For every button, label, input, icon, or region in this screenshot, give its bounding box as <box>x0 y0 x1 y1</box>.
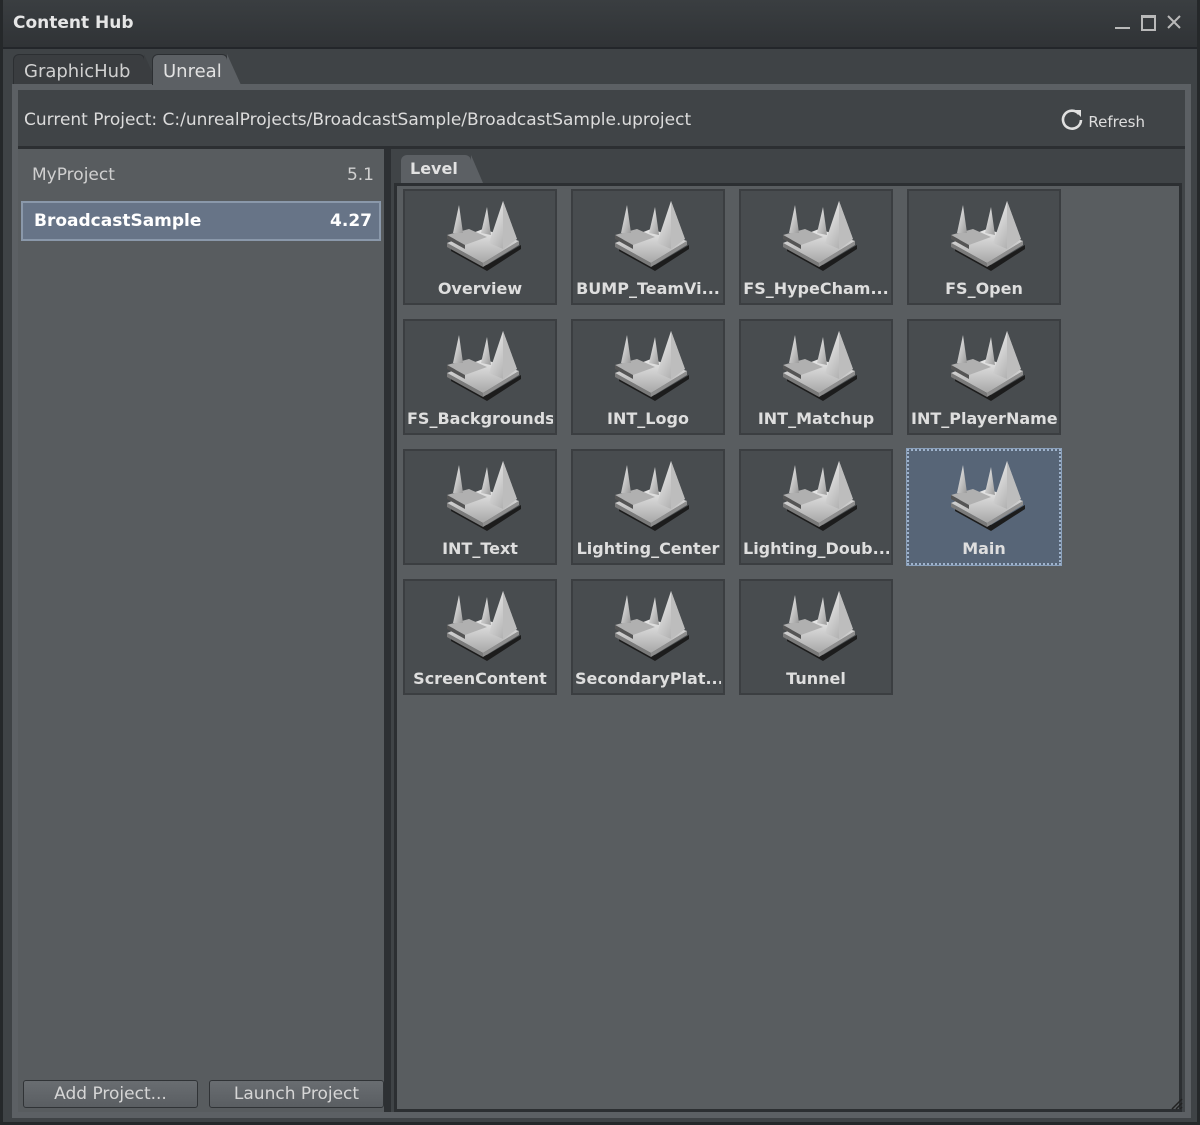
level-tile[interactable]: Overview <box>403 189 557 305</box>
unreal-level-icon <box>943 329 1027 405</box>
level-tile[interactable]: SecondaryPlat... <box>571 579 725 695</box>
level-name: FS_Open <box>945 279 1023 298</box>
unreal-level-icon <box>775 199 859 275</box>
unreal-level-icon <box>439 199 523 275</box>
resize-grip-icon[interactable] <box>1169 1096 1183 1110</box>
window-title: Content Hub <box>13 13 134 33</box>
project-item[interactable]: MyProject 5.1 <box>21 155 381 195</box>
level-tile[interactable]: FS_HypeCham... <box>739 189 893 305</box>
level-tile[interactable]: FS_Backgrounds <box>403 319 557 435</box>
unreal-level-icon <box>943 459 1027 535</box>
minimize-icon[interactable] <box>1113 13 1131 31</box>
current-project-label: Current Project: C:/unrealProjects/Broad… <box>24 110 692 130</box>
unreal-level-icon <box>439 329 523 405</box>
project-name: MyProject <box>32 165 115 185</box>
project-list: MyProject 5.1 BroadcastSample 4.27 Add P… <box>18 149 384 1112</box>
level-browser: Level Overview BUMP_TeamVi... FS_HypeCha… <box>391 149 1185 1112</box>
close-icon[interactable] <box>1165 13 1183 31</box>
level-name: Tunnel <box>786 669 846 688</box>
current-project-bar: Current Project: C:/unrealProjects/Broad… <box>18 90 1185 149</box>
unreal-level-icon <box>607 589 691 665</box>
level-tile[interactable]: INT_Text <box>403 449 557 565</box>
level-tile[interactable]: INT_Logo <box>571 319 725 435</box>
level-tile[interactable]: FS_Open <box>907 189 1061 305</box>
level-tile[interactable]: Lighting_Doub... <box>739 449 893 565</box>
level-tile[interactable]: INT_PlayerName <box>907 319 1061 435</box>
unreal-level-icon <box>607 199 691 275</box>
unreal-level-icon <box>607 459 691 535</box>
level-name: INT_Matchup <box>757 409 875 428</box>
level-name: SecondaryPlat... <box>575 669 721 688</box>
maximize-icon[interactable] <box>1139 13 1157 31</box>
refresh-icon <box>1059 107 1085 137</box>
level-tile[interactable]: Tunnel <box>739 579 893 695</box>
level-name: INT_Text <box>442 539 518 558</box>
level-tile[interactable]: Lighting_Center <box>571 449 725 565</box>
level-name: FS_HypeCham... <box>743 279 889 298</box>
level-name: FS_Backgrounds <box>407 409 553 428</box>
unreal-level-icon <box>943 199 1027 275</box>
project-name: BroadcastSample <box>34 211 202 231</box>
level-tile[interactable]: INT_Matchup <box>739 319 893 435</box>
tab-unreal[interactable]: Unreal <box>152 54 241 85</box>
refresh-button[interactable]: Refresh <box>1059 107 1145 137</box>
project-version: 5.1 <box>346 165 374 185</box>
level-name: Overview <box>437 279 523 298</box>
level-name: BUMP_TeamVi... <box>576 279 720 298</box>
unreal-level-icon <box>439 589 523 665</box>
project-item-selected[interactable]: BroadcastSample 4.27 <box>21 201 381 241</box>
level-name: Main <box>962 539 1006 558</box>
unreal-level-icon <box>775 589 859 665</box>
unreal-level-icon <box>775 459 859 535</box>
unreal-level-icon <box>607 329 691 405</box>
pane-splitter[interactable] <box>384 149 391 1112</box>
content-hub-window: Content Hub GraphicHub Unreal Current Pr… <box>0 0 1200 1125</box>
level-name: ScreenContent <box>413 669 547 688</box>
refresh-label: Refresh <box>1088 113 1145 131</box>
tab-level[interactable]: Level <box>401 155 483 183</box>
level-grid: Overview BUMP_TeamVi... FS_HypeCham... F… <box>394 183 1182 1112</box>
launch-project-button[interactable]: Launch Project <box>209 1080 384 1108</box>
level-tile-selected[interactable]: Main <box>906 448 1062 566</box>
unreal-panel: Current Project: C:/unrealProjects/Broad… <box>12 84 1191 1118</box>
level-name: INT_PlayerName <box>911 409 1057 428</box>
level-name: INT_Logo <box>607 409 689 428</box>
level-tile[interactable]: ScreenContent <box>403 579 557 695</box>
level-name: Lighting_Center <box>576 539 720 558</box>
level-tile[interactable]: BUMP_TeamVi... <box>571 189 725 305</box>
tab-graphichub[interactable]: GraphicHub <box>13 54 158 85</box>
unreal-level-icon <box>775 329 859 405</box>
title-bar[interactable]: Content Hub <box>3 0 1197 49</box>
tab-bar: GraphicHub Unreal <box>3 49 1197 85</box>
add-project-button[interactable]: Add Project... <box>23 1080 198 1108</box>
unreal-level-icon <box>439 459 523 535</box>
project-version: 4.27 <box>330 211 372 231</box>
level-name: Lighting_Doub... <box>743 539 889 558</box>
